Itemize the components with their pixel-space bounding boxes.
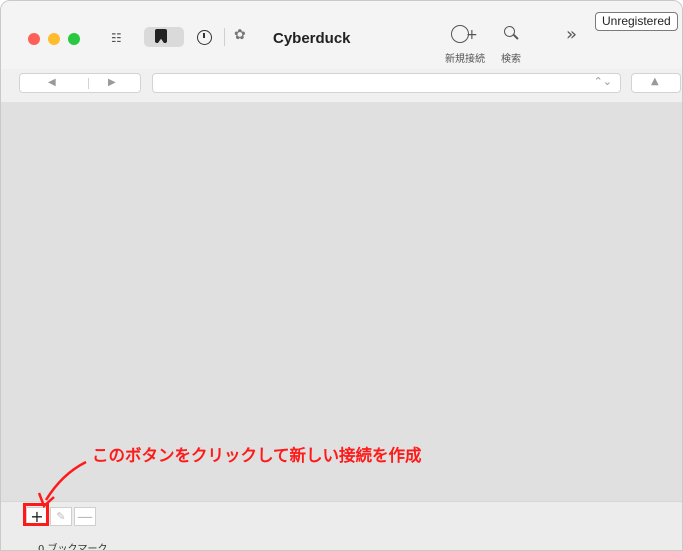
parent-directory-button[interactable]: ▲: [631, 73, 681, 93]
navigation-bar: ◀ ▶ ⌃⌄ ▲: [1, 69, 682, 103]
add-button-highlight-box: [23, 503, 49, 526]
remove-bookmark-button[interactable]: —: [74, 507, 96, 526]
segment-divider: [88, 78, 89, 89]
new-connection-label[interactable]: 新規接続: [445, 50, 485, 65]
globe-plus-icon[interactable]: [451, 25, 478, 43]
edit-bookmark-button[interactable]: ✎: [50, 507, 72, 526]
bookmark-count-status: 0 ブックマーク: [38, 544, 108, 551]
back-arrow-icon[interactable]: ◀: [48, 77, 56, 88]
bookmark-icon[interactable]: [155, 29, 167, 43]
close-window-button[interactable]: [28, 33, 40, 45]
magnifier-icon[interactable]: [504, 26, 515, 37]
toolbar-divider: [224, 28, 225, 46]
forward-arrow-icon[interactable]: ▶: [108, 77, 116, 88]
annotation-callout-text: このボタンをクリックして新しい接続を作成: [92, 446, 422, 465]
app-window: ☷ ✿ Cyberduck 新規接続 検索 » Unregistered ◀ ▶…: [0, 0, 683, 551]
chevron-double-right-icon[interactable]: »: [566, 24, 577, 45]
history-clock-icon[interactable]: [197, 30, 212, 45]
unregistered-badge[interactable]: Unregistered: [595, 12, 678, 31]
minimize-window-button[interactable]: [48, 33, 60, 45]
zoom-window-button[interactable]: [68, 33, 80, 45]
path-popup[interactable]: ⌃⌄: [152, 73, 621, 93]
up-arrow-icon: ▲: [651, 76, 659, 87]
updown-chevron-icon: ⌃⌄: [593, 75, 612, 88]
back-forward-control: ◀ ▶: [19, 73, 141, 93]
bonjour-icon[interactable]: ✿: [234, 28, 246, 42]
outline-view-icon[interactable]: ☷: [111, 32, 122, 44]
window-title: Cyberduck: [273, 30, 351, 47]
toolbar: ☷ ✿ Cyberduck 新規接続 検索 » Unregistered: [1, 1, 682, 70]
search-label[interactable]: 検索: [501, 50, 521, 65]
